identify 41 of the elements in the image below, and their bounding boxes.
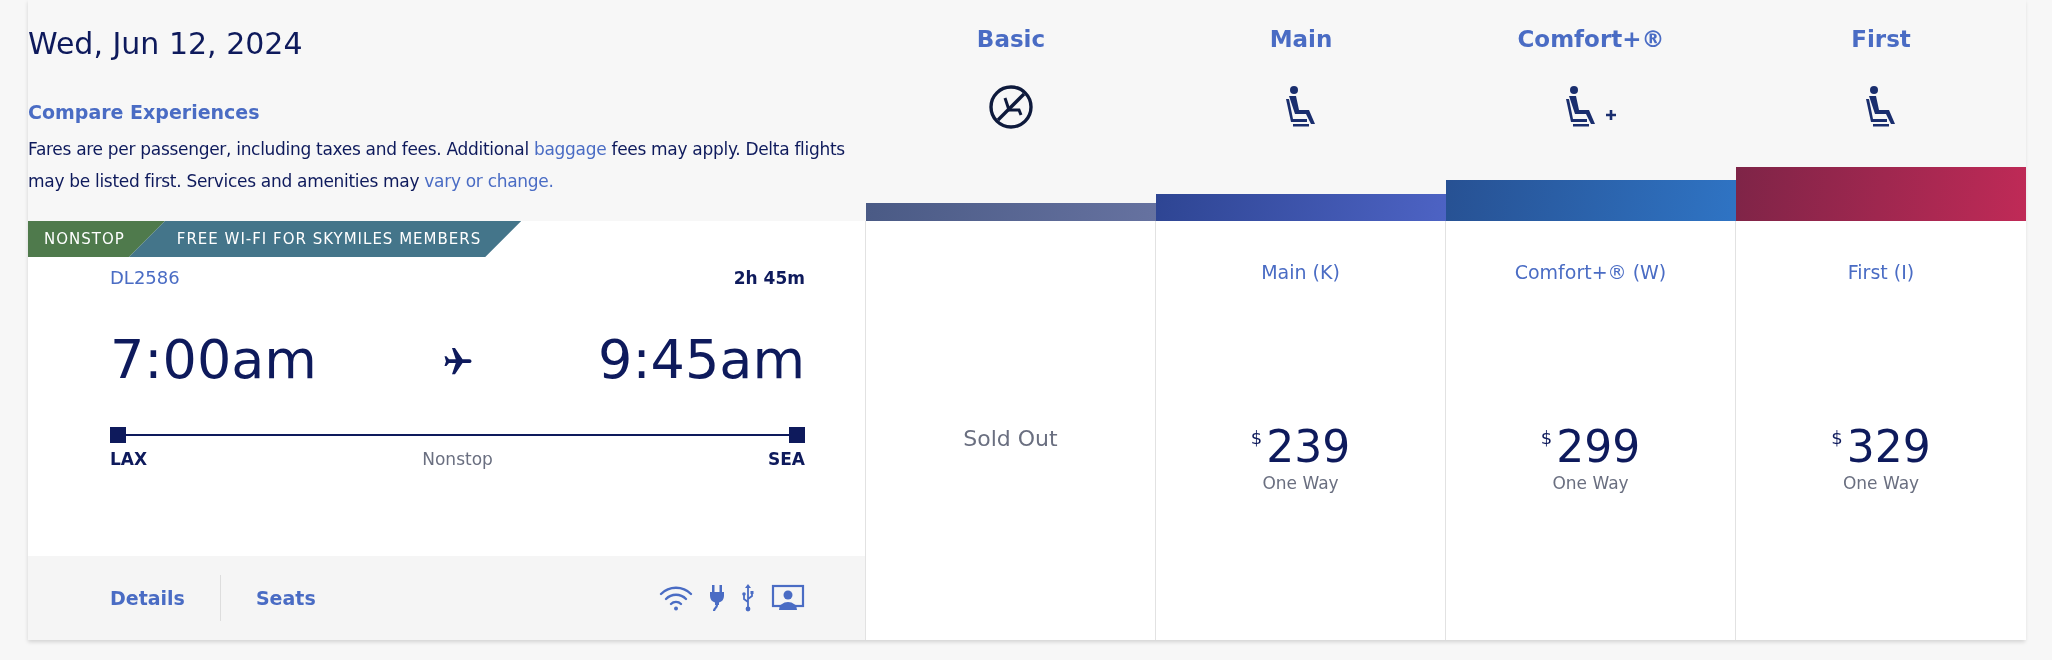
- power-plug-icon: [709, 583, 725, 613]
- cabin-name: Basic: [976, 26, 1046, 52]
- description-link[interactable]: baggage: [534, 139, 607, 159]
- no-seat-icon: [988, 84, 1034, 130]
- description-link[interactable]: vary or change.: [424, 171, 554, 191]
- seat-plus-icon: [1563, 85, 1619, 129]
- fare-price: 329: [1846, 423, 1931, 471]
- currency-symbol: $: [1540, 427, 1553, 448]
- flight-duration: 2h 45m: [733, 267, 805, 288]
- fare-price: 239: [1266, 423, 1351, 471]
- compare-experiences-link[interactable]: Compare Experiences: [28, 101, 260, 123]
- cabin-name: Main: [1269, 26, 1333, 52]
- departure-time: 7:00am: [110, 328, 317, 391]
- destination-airport: SEA: [767, 449, 805, 469]
- fare-cell[interactable]: Comfort+® (W) $299 One Way: [1446, 221, 1736, 640]
- fare-price: 299: [1556, 423, 1641, 471]
- trip-type-label: One Way: [1842, 473, 1920, 493]
- origin-airport: LAX: [110, 449, 148, 469]
- footer-link[interactable]: Details: [110, 587, 185, 609]
- trip-type-label: One Way: [1552, 473, 1629, 493]
- footer-link[interactable]: Seats: [255, 587, 316, 609]
- fare-description: Fares are per passenger, including taxes and fees. Additional baggage fees may apply. Delta flights may be listed first. Services and amenities may vary or change.: [28, 138, 846, 193]
- currency-symbol: $: [1831, 427, 1843, 448]
- trip-type-label: One Way: [1262, 473, 1339, 493]
- arrival-time: 9:45am: [598, 328, 805, 391]
- fare-class-label: First (I): [1847, 261, 1915, 283]
- stops-label: Nonstop: [422, 449, 493, 469]
- cabin-name: First: [1851, 26, 1911, 52]
- seatback-screen-icon: [771, 584, 805, 612]
- currency-symbol: $: [1250, 427, 1263, 448]
- wifi-icon: [659, 585, 693, 611]
- usb-icon: [741, 584, 755, 612]
- sold-out-label: Sold Out: [963, 426, 1058, 451]
- fare-cell[interactable]: Main (K) $239 One Way: [1156, 221, 1446, 640]
- flight-number-link[interactable]: DL2586: [110, 267, 180, 288]
- fare-cell[interactable]: First (I) $329 One Way: [1736, 221, 2026, 640]
- fare-class-label: Comfort+® (W): [1514, 261, 1667, 283]
- date-heading: Wed, Jun 12, 2024: [28, 26, 304, 61]
- flight-badge: FREE WI-FI FOR SKYMILES MEMBERS: [128, 221, 522, 257]
- fare-class-label: Main (K): [1261, 261, 1340, 283]
- cabin-name: Comfort+®: [1517, 26, 1665, 52]
